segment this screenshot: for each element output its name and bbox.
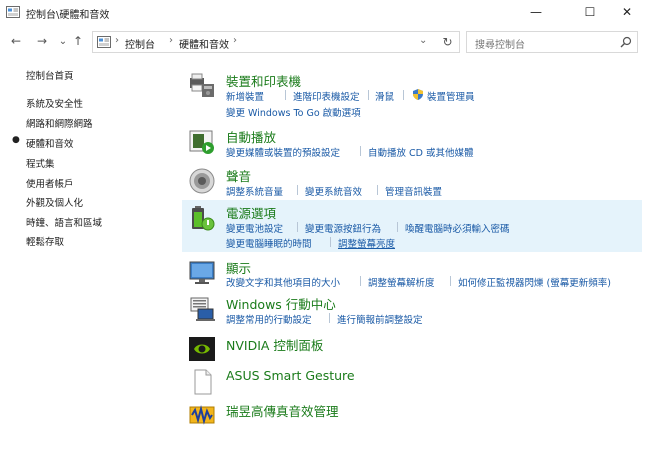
link-adjust-screen-brightness[interactable]: 調整螢幕亮度: [338, 236, 395, 250]
category-display: 顯示 改變文字和其他項目的大小 調整螢幕解析度 如何修正監視器閃爍 (螢幕更新頻…: [182, 255, 642, 291]
link-change-system-sounds[interactable]: 變更系統音效: [305, 184, 362, 198]
back-arrow-icon: ←: [10, 34, 22, 48]
category-power-options: 電源選項 變更電池設定 變更電源按鈕行為 喚醒電腦時必須輸入密碼 變更電腦睡眠的…: [182, 200, 642, 252]
category-asus-smart-gesture: ASUS Smart Gesture: [182, 364, 642, 396]
link-advanced-printer-setup[interactable]: 進階印表機設定: [293, 89, 360, 103]
link-autoplay-cd[interactable]: 自動播放 CD 或其他媒體: [368, 145, 474, 159]
link-separator: [297, 185, 298, 195]
category-nvidia: NVIDIA 控制面板: [182, 331, 642, 363]
link-change-media-defaults[interactable]: 變更媒體或裝置的預設設定: [226, 145, 340, 159]
forward-button[interactable]: →: [34, 33, 50, 49]
category-autoplay: 自動播放 變更媒體或裝置的預設設定 自動播放 CD 或其他媒體: [182, 124, 642, 160]
autoplay-icon: [189, 130, 214, 154]
link-change-text-size[interactable]: 改變文字和其他項目的大小: [226, 275, 340, 289]
uac-shield-icon: [413, 89, 423, 100]
up-button[interactable]: ↑: [70, 33, 86, 49]
link-separator: [330, 237, 331, 247]
link-fix-monitor-flicker[interactable]: 如何修正監視器閃爍 (螢幕更新頻率): [458, 275, 611, 289]
nav-appearance[interactable]: 外觀及個人化: [26, 195, 83, 209]
link-separator: [329, 313, 330, 323]
category-title-devices-printers[interactable]: 裝置和印表機: [226, 71, 301, 90]
nav-ease-of-access[interactable]: 輕鬆存取: [26, 234, 64, 248]
link-separator: [368, 90, 369, 100]
mobility-center-icon: [190, 297, 215, 321]
link-change-battery-settings[interactable]: 變更電池設定: [226, 221, 283, 235]
link-adjust-volume[interactable]: 調整系統音量: [226, 184, 283, 198]
breadcrumb-control-panel[interactable]: 控制台: [125, 36, 155, 51]
minimize-icon: —: [530, 5, 542, 19]
link-separator: [403, 90, 404, 100]
navigation-bar: ← → ⌄ ↑ › 控制台 › 硬體和音效 › ⌄ ↻ 搜尋控制台: [0, 27, 650, 57]
category-title-nvidia[interactable]: NVIDIA 控制面板: [226, 335, 323, 354]
speaker-icon: [189, 168, 215, 194]
control-panel-icon: [6, 6, 20, 18]
realtek-audio-icon: [189, 405, 215, 425]
category-title-autoplay[interactable]: 自動播放: [226, 127, 276, 146]
up-arrow-icon: ↑: [72, 34, 84, 48]
link-separator: [397, 222, 398, 232]
link-separator: [450, 276, 451, 286]
printer-icon: [190, 73, 214, 97]
link-adjust-presentation-settings[interactable]: 進行簡報前調整設定: [337, 312, 423, 326]
link-separator: [360, 146, 361, 156]
category-title-power-options[interactable]: 電源選項: [226, 203, 276, 222]
link-separator: [297, 222, 298, 232]
search-input[interactable]: 搜尋控制台: [466, 31, 638, 53]
category-title-sound[interactable]: 聲音: [226, 166, 251, 185]
search-icon[interactable]: [620, 36, 632, 48]
nav-control-panel-home[interactable]: 控制台首頁: [26, 68, 74, 82]
breadcrumb-separator-icon: ›: [233, 35, 237, 46]
address-bar[interactable]: › 控制台 › 硬體和音效 › ⌄: [92, 31, 460, 53]
link-power-button-behavior[interactable]: 變更電源按鈕行為: [305, 221, 381, 235]
nav-hardware-sound[interactable]: 硬體和音效: [26, 136, 74, 150]
search-placeholder: 搜尋控制台: [475, 40, 525, 51]
link-change-sleep-time[interactable]: 變更電腦睡眠的時間: [226, 236, 312, 250]
chevron-down-icon: ⌄: [58, 35, 68, 47]
link-separator: [377, 185, 378, 195]
nav-user-accounts[interactable]: 使用者帳戶: [26, 176, 74, 190]
back-button[interactable]: ←: [8, 33, 24, 49]
title-bar: 控制台\硬體和音效 — ☐ ✕: [0, 0, 650, 26]
window-title: 控制台\硬體和音效: [26, 10, 110, 21]
link-separator: [285, 90, 286, 100]
link-device-manager[interactable]: 裝置管理員: [427, 89, 475, 103]
close-button[interactable]: ✕: [604, 0, 650, 24]
category-devices-printers: 裝置和印表機 新增裝置 進階印表機設定 滑鼠 裝置管理員 變更 Windows …: [182, 68, 642, 120]
nav-network-internet[interactable]: 網路和網際網路: [26, 116, 93, 130]
link-windows-to-go[interactable]: 變更 Windows To Go 啟動選項: [226, 105, 361, 119]
refresh-button[interactable]: ↻: [436, 31, 460, 53]
nav-clock-language-region[interactable]: 時鐘、語言和區域: [26, 215, 102, 229]
link-manage-audio-devices[interactable]: 管理音訊裝置: [385, 184, 442, 198]
address-dropdown-icon[interactable]: ⌄: [419, 35, 427, 46]
minimize-button[interactable]: —: [513, 0, 559, 24]
category-title-asus-smart-gesture[interactable]: ASUS Smart Gesture: [226, 368, 355, 383]
breadcrumb-separator-icon: ›: [169, 35, 173, 46]
link-adjust-resolution[interactable]: 調整螢幕解析度: [368, 275, 435, 289]
link-separator: [360, 276, 361, 286]
category-title-realtek-audio[interactable]: 瑞昱高傳真音效管理: [226, 401, 339, 420]
link-adjust-mobility-settings[interactable]: 調整常用的行動設定: [226, 312, 312, 326]
battery-icon: [192, 206, 215, 231]
monitor-icon: [189, 261, 215, 284]
link-mouse[interactable]: 滑鼠: [375, 89, 394, 103]
close-icon: ✕: [621, 5, 633, 19]
category-title-mobility-center[interactable]: Windows 行動中心: [226, 294, 336, 313]
maximize-icon: ☐: [584, 5, 596, 19]
link-require-password-on-wakeup[interactable]: 喚醒電腦時必須輸入密碼: [405, 221, 510, 235]
nav-system-security[interactable]: 系統及安全性: [26, 96, 83, 110]
current-item-bullet-icon: ●: [12, 135, 20, 145]
category-sound: 聲音 調整系統音量 變更系統音效 管理音訊裝置: [182, 163, 642, 199]
forward-arrow-icon: →: [36, 34, 48, 48]
breadcrumb-separator-icon: ›: [115, 35, 119, 46]
nav-programs[interactable]: 程式集: [26, 156, 55, 170]
nvidia-icon: [189, 337, 215, 361]
category-realtek-audio: 瑞昱高傳真音效管理: [182, 397, 642, 429]
document-icon: [194, 369, 212, 395]
breadcrumb-hardware-sound[interactable]: 硬體和音效: [179, 36, 229, 51]
refresh-icon: ↻: [442, 35, 453, 49]
control-panel-icon: [97, 36, 111, 48]
link-add-device[interactable]: 新增裝置: [226, 89, 264, 103]
category-mobility-center: Windows 行動中心 調整常用的行動設定 進行簡報前調整設定: [182, 291, 642, 327]
recent-locations-button[interactable]: ⌄: [55, 33, 71, 49]
